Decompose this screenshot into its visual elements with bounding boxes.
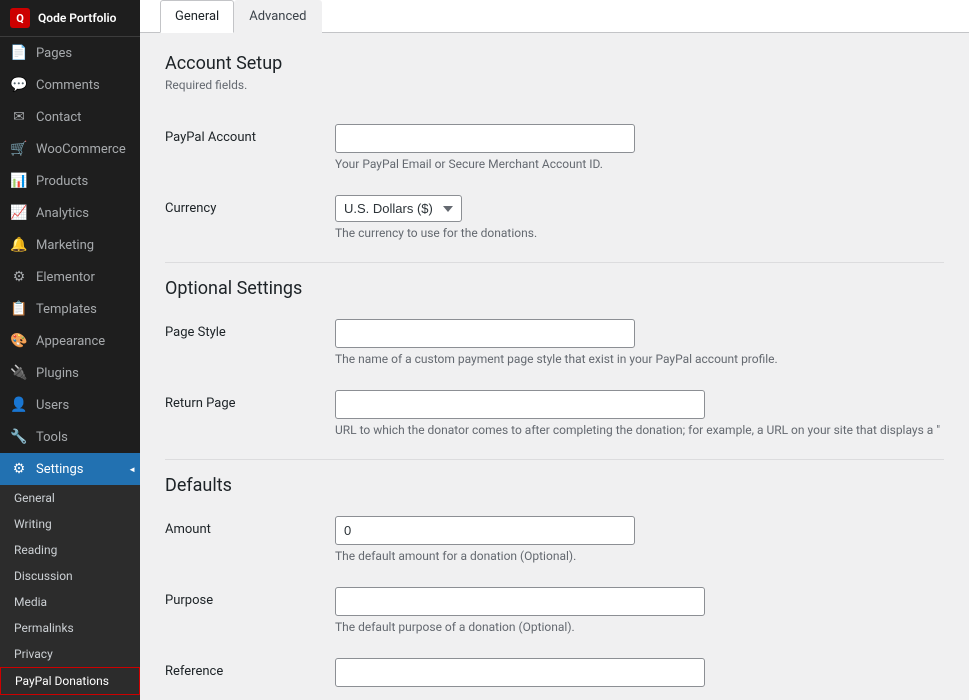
submenu-reading[interactable]: Reading — [0, 537, 140, 563]
account-setup-title: Account Setup — [165, 53, 944, 74]
purpose-desc: The default purpose of a donation (Optio… — [335, 620, 944, 634]
sidebar-item-users[interactable]: 👤 Users — [0, 389, 140, 421]
sidebar-logo[interactable]: Q Qode Portfolio — [0, 0, 140, 37]
sidebar-item-analytics[interactable]: 📈 Analytics — [0, 197, 140, 229]
reference-input[interactable] — [335, 658, 705, 687]
tab-general[interactable]: General — [160, 0, 234, 33]
sidebar-label-plugins: Plugins — [36, 366, 79, 381]
sidebar-label-contact: Contact — [36, 110, 81, 125]
sidebar-item-appearance[interactable]: 🎨 Appearance — [0, 325, 140, 357]
divider-2 — [165, 459, 944, 460]
amount-desc: The default amount for a donation (Optio… — [335, 549, 944, 563]
return-page-label: Return Page — [165, 396, 236, 411]
amount-row: Amount The default amount for a donation… — [165, 504, 944, 575]
sidebar-label-elementor: Elementor — [36, 270, 95, 285]
tools-icon: 🔧 — [10, 429, 28, 445]
divider-1 — [165, 262, 944, 263]
reference-label: Reference — [165, 664, 223, 679]
currency-select[interactable]: U.S. Dollars ($) — [335, 195, 462, 222]
logo-label: Qode Portfolio — [38, 11, 116, 25]
sidebar-label-appearance: Appearance — [36, 334, 105, 349]
content-body: Account Setup Required fields. PayPal Ac… — [140, 33, 969, 700]
comments-icon: 💬 — [10, 77, 28, 93]
sidebar-item-tools[interactable]: 🔧 Tools — [0, 421, 140, 453]
return-page-row: Return Page URL to which the donator com… — [165, 378, 944, 449]
sidebar-label-tools: Tools — [36, 430, 68, 445]
return-page-input[interactable] — [335, 390, 705, 419]
sidebar-item-woocommerce[interactable]: 🛒 WooCommerce — [0, 133, 140, 165]
main-content: General Advanced Account Setup Required … — [140, 0, 969, 700]
appearance-icon: 🎨 — [10, 333, 28, 349]
elementor-icon: ⚙ — [10, 269, 28, 285]
settings-icon: ⚙ — [10, 461, 28, 477]
tabs-bar: General Advanced — [140, 0, 969, 33]
reference-row: Reference — [165, 646, 944, 699]
paypal-account-row: PayPal Account Your PayPal Email or Secu… — [165, 112, 944, 183]
submenu-optimize-google-fonts[interactable]: Optimize Google Fonts — [0, 695, 140, 700]
paypal-account-input[interactable] — [335, 124, 635, 153]
plugins-icon: 🔌 — [10, 365, 28, 381]
sidebar: Q Qode Portfolio 📄 Pages 💬 Comments ✉ Co… — [0, 0, 140, 700]
purpose-input[interactable] — [335, 587, 705, 616]
logo-icon: Q — [10, 8, 30, 28]
sidebar-label-analytics: Analytics — [36, 206, 89, 221]
sidebar-label-comments: Comments — [36, 78, 100, 93]
products-icon: 📊 — [10, 173, 28, 189]
amount-input[interactable] — [335, 516, 635, 545]
woocommerce-icon: 🛒 — [10, 141, 28, 157]
sidebar-label-marketing: Marketing — [36, 238, 94, 253]
sidebar-item-contact[interactable]: ✉ Contact — [0, 101, 140, 133]
settings-submenu: General Writing Reading Discussion Media… — [0, 485, 140, 700]
users-icon: 👤 — [10, 397, 28, 413]
page-style-label: Page Style — [165, 325, 226, 340]
currency-label: Currency — [165, 201, 216, 216]
sidebar-label-pages: Pages — [36, 46, 72, 61]
templates-icon: 📋 — [10, 301, 28, 317]
sidebar-label-users: Users — [36, 398, 69, 413]
page-style-desc: The name of a custom payment page style … — [335, 352, 944, 366]
sidebar-label-settings: Settings — [36, 462, 83, 477]
required-note: Required fields. — [165, 78, 944, 92]
currency-desc: The currency to use for the donations. — [335, 226, 944, 240]
submenu-permalinks[interactable]: Permalinks — [0, 615, 140, 641]
return-page-desc: URL to which the donator comes to after … — [335, 423, 944, 437]
sidebar-item-comments[interactable]: 💬 Comments — [0, 69, 140, 101]
submenu-writing[interactable]: Writing — [0, 511, 140, 537]
amount-label: Amount — [165, 522, 211, 537]
contact-icon: ✉ — [10, 109, 28, 125]
page-style-row: Page Style The name of a custom payment … — [165, 307, 944, 378]
purpose-row: Purpose The default purpose of a donatio… — [165, 575, 944, 646]
sidebar-label-woocommerce: WooCommerce — [36, 142, 126, 157]
sidebar-label-templates: Templates — [36, 302, 97, 317]
paypal-account-desc: Your PayPal Email or Secure Merchant Acc… — [335, 157, 944, 171]
paypal-account-label: PayPal Account — [165, 130, 256, 145]
submenu-discussion[interactable]: Discussion — [0, 563, 140, 589]
sidebar-item-settings[interactable]: ⚙ Settings — [0, 453, 140, 485]
defaults-title: Defaults — [165, 475, 944, 496]
page-style-input[interactable] — [335, 319, 635, 348]
account-setup-table: PayPal Account Your PayPal Email or Secu… — [165, 112, 944, 252]
sidebar-item-elementor[interactable]: ⚙ Elementor — [0, 261, 140, 293]
sidebar-item-plugins[interactable]: 🔌 Plugins — [0, 357, 140, 389]
sidebar-item-marketing[interactable]: 🔔 Marketing — [0, 229, 140, 261]
optional-settings-title: Optional Settings — [165, 278, 944, 299]
currency-row: Currency U.S. Dollars ($) The currency t… — [165, 183, 944, 252]
submenu-privacy[interactable]: Privacy — [0, 641, 140, 667]
sidebar-item-templates[interactable]: 📋 Templates — [0, 293, 140, 325]
tab-advanced[interactable]: Advanced — [234, 0, 321, 33]
submenu-general[interactable]: General — [0, 485, 140, 511]
sidebar-label-products: Products — [36, 174, 88, 189]
purpose-label: Purpose — [165, 593, 213, 608]
submenu-media[interactable]: Media — [0, 589, 140, 615]
marketing-icon: 🔔 — [10, 237, 28, 253]
pages-icon: 📄 — [10, 45, 28, 61]
submenu-paypal-donations[interactable]: PayPal Donations — [0, 667, 140, 695]
defaults-table: Amount The default amount for a donation… — [165, 504, 944, 699]
analytics-icon: 📈 — [10, 205, 28, 221]
optional-settings-table: Page Style The name of a custom payment … — [165, 307, 944, 449]
sidebar-item-pages[interactable]: 📄 Pages — [0, 37, 140, 69]
sidebar-item-products[interactable]: 📊 Products — [0, 165, 140, 197]
